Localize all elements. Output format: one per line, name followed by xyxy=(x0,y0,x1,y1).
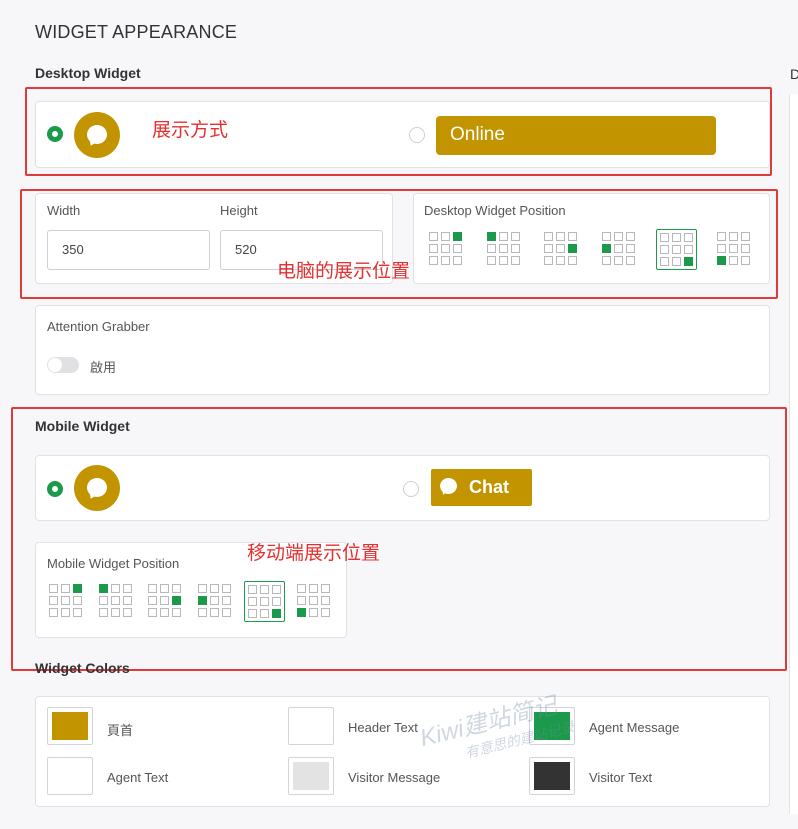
color-swatch-agent-text[interactable] xyxy=(47,757,93,795)
color-swatch-visitor-text[interactable] xyxy=(529,757,575,795)
side-panel xyxy=(789,94,798,814)
annotation-desktop-position: 电脑的展示位置 xyxy=(277,261,411,282)
side-panel-letter: D xyxy=(790,66,798,82)
color-swatch-頁首[interactable] xyxy=(47,707,93,745)
color-label: Agent Message xyxy=(589,720,680,735)
widget-colors-label: Widget Colors xyxy=(35,660,130,676)
attention-grabber-card: Attention Grabber 啟用 xyxy=(35,305,770,395)
annotation-box-style xyxy=(25,87,772,176)
color-swatch-header-text[interactable] xyxy=(288,707,334,745)
attention-grabber-toggle[interactable] xyxy=(47,357,79,373)
color-label: Visitor Message xyxy=(348,770,441,785)
color-label: Visitor Text xyxy=(589,770,653,785)
color-label: Agent Text xyxy=(107,770,169,785)
color-swatch-visitor-message[interactable] xyxy=(288,757,334,795)
attention-grabber-label: Attention Grabber xyxy=(47,319,150,334)
color-label: Header Text xyxy=(348,720,418,735)
color-label: 頁首 xyxy=(107,723,134,738)
annotation-style: 展示方式 xyxy=(152,120,229,141)
annotation-box-mobile xyxy=(11,407,787,671)
widget-colors-card: 頁首 Header Text Agent Message Agent Text Visi… xyxy=(35,696,770,807)
desktop-widget-label: Desktop Widget xyxy=(35,65,141,81)
page-title: WIDGET APPEARANCE xyxy=(35,22,238,42)
attention-grabber-toggle-label: 啟用 xyxy=(90,360,117,375)
